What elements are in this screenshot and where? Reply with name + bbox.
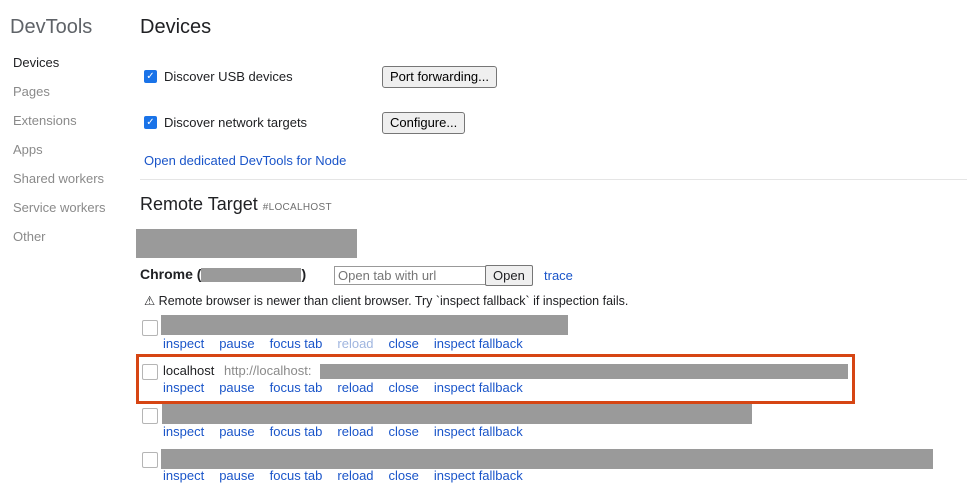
usb-label: Discover USB devices (164, 69, 293, 84)
target-actions: inspect pause focus tab reload close inspect … (163, 336, 538, 351)
remote-target-hash: #LOCALHOST (262, 202, 332, 213)
app-title: DevTools (10, 16, 93, 38)
sidebar-item-apps[interactable]: Apps (13, 142, 43, 157)
close-link[interactable]: close (389, 468, 419, 483)
remote-target-title: Remote Target #LOCALHOST (140, 194, 332, 215)
redacted-target-title (161, 315, 568, 335)
sidebar-item-service-workers[interactable]: Service workers (13, 200, 105, 215)
sidebar-item-extensions[interactable]: Extensions (13, 113, 77, 128)
focus-tab-link[interactable]: focus tab (270, 424, 323, 439)
browser-name: Chrome ( (140, 266, 202, 282)
discover-usb-row[interactable]: ✓ Discover USB devices (144, 69, 293, 84)
target-item: inspect pause focus tab reload close inspect … (140, 403, 940, 447)
target-item: inspect pause focus tab reload close inspect … (140, 315, 940, 359)
network-label: Discover network targets (164, 115, 308, 130)
sidebar: DevTools Devices Pages Extensions Apps S… (0, 0, 130, 490)
redacted-version (201, 268, 302, 283)
redacted-target-title (161, 449, 933, 469)
redacted-target-title (162, 403, 752, 424)
highlight-box (136, 354, 855, 404)
inspect-fallback-link[interactable]: inspect fallback (434, 336, 523, 351)
trace-link[interactable]: trace (544, 268, 573, 283)
sidebar-item-other[interactable]: Other (13, 229, 46, 244)
target-actions: inspect pause focus tab reload close inspect … (163, 424, 538, 439)
inspect-link[interactable]: inspect (163, 468, 204, 483)
target-actions: inspect pause focus tab reload close inspect … (163, 468, 538, 483)
usb-checkbox[interactable]: ✓ (144, 70, 157, 83)
focus-tab-link[interactable]: focus tab (270, 336, 323, 351)
pause-link[interactable]: pause (219, 336, 254, 351)
browser-version: Chrome () (140, 266, 307, 283)
port-forwarding-button[interactable]: Port forwarding... (382, 66, 497, 88)
target-checkbox[interactable] (142, 320, 158, 336)
pause-link[interactable]: pause (219, 424, 254, 439)
reload-link[interactable]: reload (337, 424, 373, 439)
target-checkbox[interactable] (142, 408, 158, 424)
network-checkbox[interactable]: ✓ (144, 116, 157, 129)
inspect-link[interactable]: inspect (163, 336, 204, 351)
main-panel: Devices ✓ Discover USB devices Port forw… (136, 0, 967, 491)
node-devtools-link[interactable]: Open dedicated DevTools for Node (144, 153, 346, 168)
target-checkbox[interactable] (142, 452, 158, 468)
focus-tab-link[interactable]: focus tab (270, 468, 323, 483)
version-warning: ⚠ Remote browser is newer than client br… (144, 294, 629, 308)
configure-button[interactable]: Configure... (382, 112, 466, 134)
inspect-link[interactable]: inspect (163, 424, 204, 439)
close-link[interactable]: close (389, 424, 419, 439)
open-tab-url-input[interactable] (334, 266, 490, 285)
remote-target-label: Remote Target (140, 194, 258, 214)
divider (140, 179, 967, 180)
browser-suffix: ) (301, 266, 307, 282)
sidebar-item-pages[interactable]: Pages (13, 84, 50, 99)
reload-link[interactable]: reload (337, 336, 373, 351)
discover-network-row[interactable]: ✓ Discover network targets (144, 115, 307, 130)
sidebar-item-shared-workers[interactable]: Shared workers (13, 171, 104, 186)
inspect-fallback-link[interactable]: inspect fallback (434, 424, 523, 439)
pause-link[interactable]: pause (219, 468, 254, 483)
reload-link[interactable]: reload (337, 468, 373, 483)
open-tab-button[interactable]: Open (485, 265, 533, 286)
sidebar-item-devices[interactable]: Devices (13, 55, 59, 70)
inspect-fallback-link[interactable]: inspect fallback (434, 468, 523, 483)
target-item: inspect pause focus tab reload close inspect … (140, 447, 940, 491)
page-title: Devices (140, 16, 212, 38)
redacted-device-name (136, 229, 357, 258)
close-link[interactable]: close (389, 336, 419, 351)
